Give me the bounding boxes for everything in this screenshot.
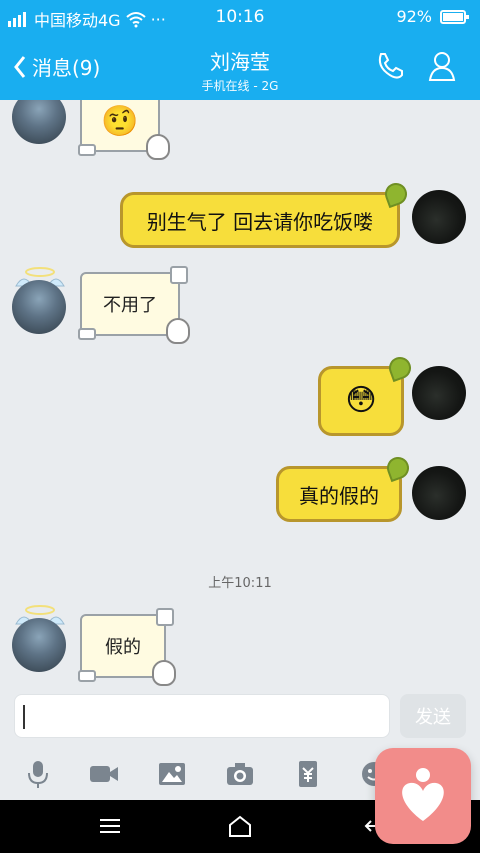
text-caret	[23, 705, 25, 729]
ghost-sticker	[146, 134, 170, 160]
menu-icon[interactable]	[96, 812, 124, 840]
ghost-sticker	[166, 318, 190, 344]
floating-widget[interactable]	[375, 748, 471, 844]
paper-clip	[170, 266, 188, 284]
profile-icon[interactable]	[426, 50, 458, 82]
avatar-me[interactable]	[412, 190, 466, 244]
video-icon[interactable]	[86, 756, 122, 792]
avatar[interactable]	[12, 100, 66, 144]
ghost-sticker	[152, 660, 176, 686]
timestamp: 上午10:11	[208, 576, 272, 591]
heart-person-icon	[402, 768, 444, 821]
message-text: 别生气了 回去请你吃饭喽	[146, 209, 374, 234]
shy-emoji-icon: 😳	[345, 383, 377, 418]
camera-icon[interactable]	[222, 756, 258, 792]
paper-tab	[78, 144, 96, 156]
paper-tab	[78, 328, 96, 340]
input-row: 发送	[0, 690, 480, 740]
avatar-friend[interactable]	[12, 618, 66, 672]
paper-tab	[78, 670, 96, 682]
battery-text: 92%	[396, 7, 432, 26]
paper-clip	[156, 608, 174, 626]
chat-title: 刘海莹	[210, 50, 270, 74]
avatar-me[interactable]	[412, 366, 466, 420]
image-icon[interactable]	[154, 756, 190, 792]
sad-emoji-icon: 🤨	[101, 104, 139, 139]
note-bubble[interactable]: 不用了	[78, 266, 190, 344]
microphone-icon[interactable]	[20, 756, 56, 792]
my-bubble[interactable]: 别生气了 回去请你吃饭喽	[120, 192, 400, 248]
chat-area: 🤨 别生气了 回去请你吃饭喽 不用了 😳 真的假的 上午10:11 假的	[0, 100, 480, 690]
status-right: 92%	[396, 7, 470, 26]
battery-icon	[440, 9, 469, 24]
avatar-friend[interactable]	[12, 280, 66, 334]
my-bubble[interactable]: 真的假的	[276, 466, 402, 522]
title-wrap: 刘海莹 手机在线 - 2G	[0, 46, 480, 94]
my-emoji-bubble[interactable]: 😳	[318, 366, 404, 436]
note-bubble[interactable]: 假的	[78, 608, 176, 686]
red-envelope-icon[interactable]	[290, 756, 326, 792]
message-text: 假的	[105, 637, 141, 658]
message-text: 真的假的	[299, 483, 379, 508]
message-text: 不用了	[103, 295, 157, 316]
avatar-me[interactable]	[412, 466, 466, 520]
status-bar: 中国移动4G ··· 10:16 92%	[0, 0, 480, 34]
send-button[interactable]: 发送	[400, 694, 466, 738]
phone-icon[interactable]	[374, 50, 406, 82]
home-icon[interactable]	[226, 812, 254, 840]
message-input[interactable]	[14, 694, 390, 738]
note-bubble[interactable]: 🤨	[78, 100, 170, 160]
chat-header: 消息(9) 刘海莹 手机在线 - 2G	[0, 34, 480, 100]
chat-subtitle: 手机在线 - 2G	[201, 79, 279, 93]
